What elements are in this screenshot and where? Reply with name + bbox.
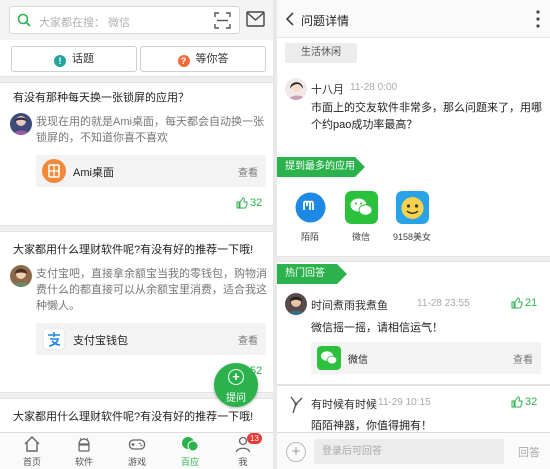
avatar[interactable] [10,265,32,287]
divider [277,384,550,386]
tab-games[interactable]: 游戏 [117,435,157,468]
plus-icon: + [228,369,244,385]
app-card[interactable]: 支付宝钱包 查看 [36,323,266,355]
home-screen: 大家都在搜： 微信 ! 话题 ? 等你答 有没有那种每天换一张锁屏的应用？ 我现在用… [0,0,273,469]
chat-bubbles-icon [182,437,199,452]
like-count: 21 [525,297,538,309]
question-title[interactable]: 有没有那种每天换一张锁屏的应用？ [13,89,189,105]
category-tag[interactable]: 生活休闲 [285,43,357,63]
tab-label: 软件 [74,457,93,467]
tab-label: 游戏 [127,457,146,467]
9158-app-icon [395,191,429,224]
answer-text[interactable]: 我现在用的就是Ami桌面，每天都会自动换一张锁屏的，不知道你喜不喜欢 [36,114,268,146]
app-name: 支付宝钱包 [73,335,128,347]
tab-home[interactable]: 首页 [12,435,52,468]
question-title[interactable]: 大家都用什么理财软件呢?有没有好的推荐一下哦! [13,241,253,257]
avatar[interactable] [285,78,307,100]
question-icon: ? [177,55,190,67]
app-label: 微信 [351,232,370,242]
asker-time: 11-28 0:00 [350,82,398,93]
divider [0,225,273,232]
asker-name[interactable]: 十八月 [311,81,344,97]
thumbs-up-icon [236,197,248,209]
question-title[interactable]: 大家都用什么理财软件呢?有没有好的推荐一下哦! [13,408,253,424]
hot-answers-banner: 热门回答 [277,264,347,284]
ami-app-icon [42,159,66,183]
more-icon[interactable] [536,10,540,28]
answer-time: 11-29 10:15 [378,397,431,408]
home-icon [24,436,40,452]
app-momo[interactable]: 陌陌 [286,191,334,243]
mail-icon[interactable] [246,11,265,27]
view-link[interactable]: 查看 [238,332,258,347]
thumbs-up-icon [511,297,523,309]
wechat-app-icon [317,346,341,370]
avatar[interactable] [285,293,307,315]
avatar[interactable] [285,393,307,415]
thumbs-up-icon [511,396,523,408]
tab-waiting-label: 等你答 [195,53,229,65]
notification-badge: 13 [247,433,262,444]
tab-label: 百应 [180,457,199,467]
tab-label: 我 [238,457,248,467]
tab-me[interactable]: 我 13 [223,433,263,468]
like-button[interactable]: 21 [511,297,537,309]
answer-text: 陌陌神器，你值得拥有！ [311,420,432,432]
most-mentioned-banner: 提到最多的应用 [277,157,365,177]
app-name: Ami桌面 [73,167,114,179]
avatar[interactable] [10,113,32,135]
like-count: 32 [250,197,263,209]
divider [0,76,273,83]
tab-topics[interactable]: ! 话题 [11,46,137,72]
search-placeholder: 大家都在搜： 微信 [39,17,131,29]
ask-question-button[interactable]: + 提问 [214,363,258,407]
momo-app-icon [295,192,325,223]
gamepad-icon [128,439,146,450]
answer-time: 11-28 23:55 [417,298,470,309]
app-label: 陌陌 [300,232,319,242]
app-card[interactable]: 微信 查看 [311,342,541,374]
tab-software[interactable]: 软件 [64,435,104,468]
answer-text: 微信摇一摇，请相信运气！ [311,322,443,334]
header-bar: 问题详情 [277,0,550,38]
answerer-name[interactable]: 有时候有时候 [311,396,377,412]
info-icon: ! [54,55,66,67]
question-detail-screen: 问题详情 生活休闲 十八月 11-28 0:00 市面上的交友软件非常多，那么问… [277,0,550,469]
page-title: 问题详情 [301,14,350,28]
alipay-app-icon [42,327,66,351]
tab-baiying[interactable]: 百应 [170,435,210,468]
app-label: 9158美女 [392,232,432,242]
app-card[interactable]: Ami桌面 查看 [36,155,266,187]
answer-text[interactable]: 支付宝吧，直接拿余额宝当我的零钱包，购物消费什么的都直接可以从余额宝里消费，适合… [36,266,268,314]
like-button[interactable]: 32 [236,197,262,209]
answer-input[interactable]: 登录后可回答 [314,439,504,464]
add-attachment-button[interactable]: + [286,442,306,462]
app-9158[interactable]: 9158美女 [388,191,436,243]
submit-answer-button[interactable]: 回答 [518,444,540,460]
view-link[interactable]: 查看 [238,164,258,179]
app-wechat[interactable]: 微信 [337,191,385,243]
like-count: 32 [525,396,538,408]
back-icon[interactable] [284,11,296,27]
tab-label: 首页 [22,457,41,467]
reply-bar: + 登录后可回答 回答 [277,432,550,469]
wechat-app-icon [344,191,378,224]
android-icon [78,437,90,452]
view-link[interactable]: 查看 [513,351,533,366]
top-bar: 大家都在搜： 微信 [0,0,273,40]
search-icon [17,13,31,27]
tab-topics-label: 话题 [72,53,94,65]
app-name: 微信 [348,355,368,366]
divider [277,256,550,262]
answerer-name[interactable]: 时间煮雨我煮鱼 [311,297,388,313]
ask-label: 提问 [226,393,246,404]
search-box[interactable]: 大家都在搜： 微信 [9,6,240,34]
bottom-tab-bar: 首页 软件 游戏 百应 我 13 [0,432,273,469]
question-text: 市面上的交友软件非常多，那么问题来了，用哪个约pao成功率最高？ [311,102,542,131]
like-button[interactable]: 32 [511,396,537,408]
scan-icon[interactable] [214,12,231,29]
tab-waiting-answers[interactable]: ? 等你答 [140,46,266,72]
